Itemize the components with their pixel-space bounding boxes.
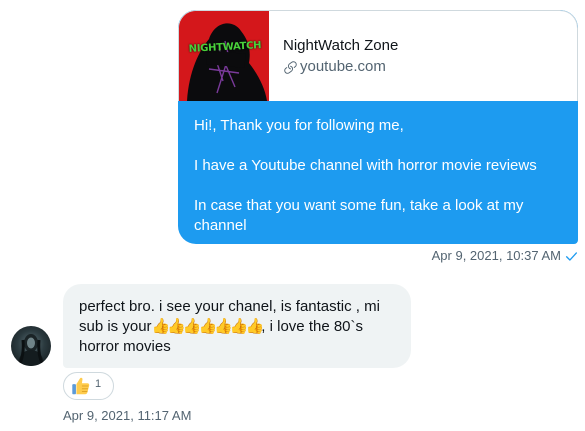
link-card-title: NightWatch Zone xyxy=(283,37,399,54)
incoming-message-bubble[interactable]: perfect bro. i see your chanel, is fanta… xyxy=(63,284,411,368)
outgoing-paragraph: Hi!, Thank you for following me, xyxy=(194,117,404,134)
outgoing-paragraph: In case that you want some fun, take a l… xyxy=(194,197,524,234)
reaction-count: 1 xyxy=(95,378,102,390)
outgoing-timestamp: Apr 9, 2021, 10:37 AM xyxy=(431,248,561,263)
dm-conversation: NIGHTWATCH NightWatch Zone youtube.com H… xyxy=(0,0,585,431)
thumbs-up-emoji-row: 👍👍👍👍👍👍👍 xyxy=(151,318,265,335)
outgoing-message-meta: Apr 9, 2021, 10:37 AM xyxy=(432,247,578,265)
link-card-domain: youtube.com xyxy=(300,58,386,75)
outgoing-message-bubble[interactable]: NIGHTWATCH NightWatch Zone youtube.com H… xyxy=(178,10,578,244)
check-icon xyxy=(565,250,578,263)
link-icon xyxy=(283,60,298,75)
link-card-info: NightWatch Zone youtube.com xyxy=(269,11,398,101)
link-thumbnail: NIGHTWATCH xyxy=(179,11,269,101)
sender-avatar[interactable] xyxy=(11,326,51,366)
link-preview-card[interactable]: NIGHTWATCH NightWatch Zone youtube.com xyxy=(178,10,578,101)
thumbs-up-icon xyxy=(70,375,92,397)
link-card-domain-row: youtube.com xyxy=(283,58,398,76)
reaction-pill[interactable]: 1 xyxy=(63,372,114,400)
incoming-timestamp: Apr 9, 2021, 11:17 AM xyxy=(63,408,192,423)
outgoing-message-text: Hi!, Thank you for following me, I have … xyxy=(178,101,578,236)
outgoing-paragraph: I have a Youtube channel with horror mov… xyxy=(194,157,537,174)
